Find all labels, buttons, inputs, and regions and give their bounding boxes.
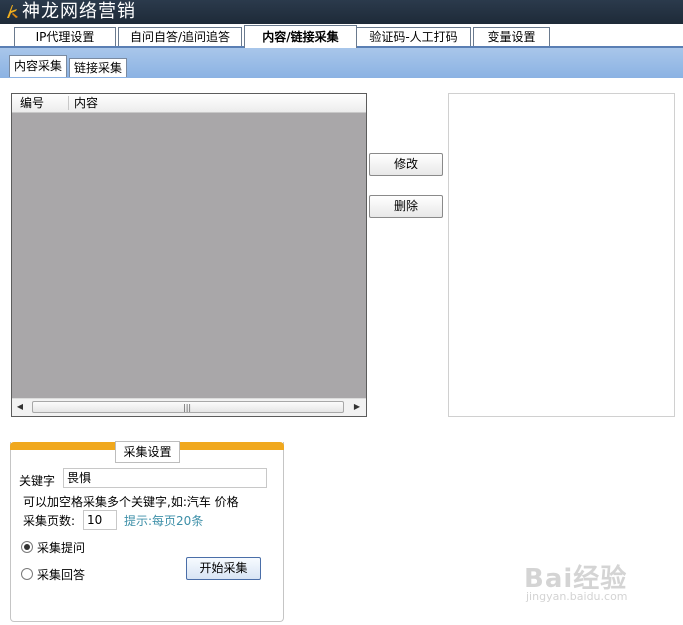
- radio-collect-questions-label[interactable]: 采集提问: [37, 539, 85, 556]
- tab-variables[interactable]: 变量设置: [473, 27, 550, 46]
- pages-input[interactable]: 10: [83, 510, 117, 530]
- watermark-url: jingyan.baidu.com: [526, 590, 628, 603]
- radio-collect-answers-label[interactable]: 采集回答: [37, 566, 85, 583]
- column-header-id[interactable]: 编号: [20, 94, 44, 112]
- subtab-content-collect[interactable]: 内容采集: [9, 55, 67, 77]
- horizontal-scrollbar[interactable]: ◀ ||| ▶: [12, 398, 366, 416]
- radio-collect-answers[interactable]: [21, 568, 33, 580]
- radio-collect-questions[interactable]: [21, 541, 33, 553]
- scroll-grip-icon: |||: [183, 403, 192, 412]
- pages-hint: 提示:每页20条: [124, 514, 204, 528]
- content-preview-box[interactable]: [448, 93, 675, 417]
- column-separator: [68, 96, 69, 110]
- scroll-right-icon[interactable]: ▶: [352, 402, 362, 412]
- group-title: 采集设置: [115, 441, 180, 463]
- tab-captcha[interactable]: 验证码-人工打码: [356, 27, 471, 46]
- app-logo-icon: [7, 5, 18, 18]
- edit-button[interactable]: 修改: [369, 153, 443, 176]
- keyword-input[interactable]: 畏惧: [63, 468, 267, 488]
- tab-ip-proxy[interactable]: IP代理设置: [14, 27, 116, 46]
- title-bar: 神龙网络营销: [0, 0, 683, 24]
- delete-button[interactable]: 删除: [369, 195, 443, 218]
- tab-self-qa[interactable]: 自问自答/追问追答: [118, 27, 242, 46]
- subtab-link-collect[interactable]: 链接采集: [69, 58, 127, 77]
- scroll-left-icon[interactable]: ◀: [15, 402, 25, 412]
- window-title: 神龙网络营销: [22, 1, 136, 22]
- list-header: 编号 内容: [12, 94, 366, 113]
- watermark: Bai经验 jingyan.baidu.com: [524, 552, 674, 608]
- pages-label: 采集页数:: [23, 514, 76, 528]
- multi-keyword-hint: 可以加空格采集多个关键字,如:汽车 价格: [23, 495, 239, 509]
- keyword-label: 关键字: [19, 474, 56, 488]
- column-header-content[interactable]: 内容: [74, 94, 98, 112]
- start-collect-button[interactable]: 开始采集: [186, 557, 261, 580]
- tab-content-link-collect[interactable]: 内容/链接采集: [244, 25, 357, 48]
- scrollbar-thumb[interactable]: |||: [32, 401, 344, 413]
- content-list[interactable]: 编号 内容 ◀ ||| ▶: [11, 93, 367, 417]
